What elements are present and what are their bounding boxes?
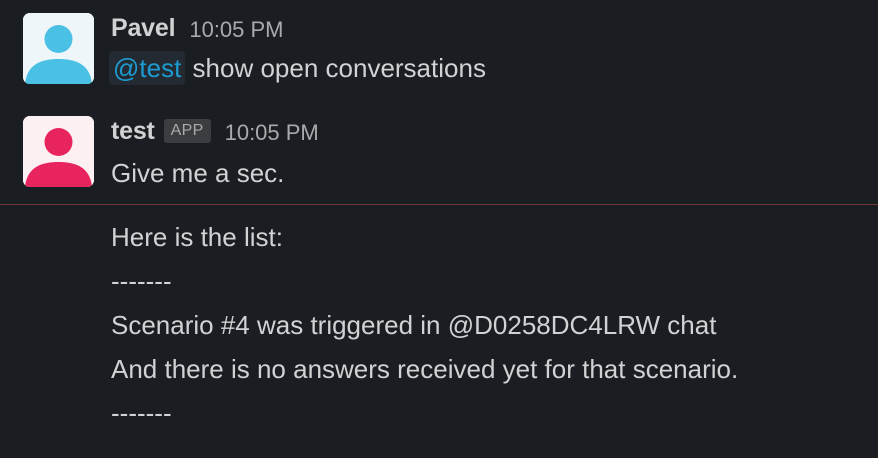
avatar[interactable] <box>23 13 94 84</box>
message-line: Here is the list: <box>111 222 283 252</box>
message-line: ------- <box>111 266 172 296</box>
message-line: Scenario #4 was triggered in @D0258DC4LR… <box>111 310 717 340</box>
message-text: @test show open conversations <box>109 49 486 87</box>
timestamp[interactable]: 10:05 PM <box>189 17 283 43</box>
user-avatar-icon <box>23 13 94 84</box>
user-mention[interactable]: @test <box>109 51 186 85</box>
author-name[interactable]: Pavel <box>111 14 176 43</box>
message-continuation: Here is the list: ------- Scenario #4 wa… <box>111 215 738 435</box>
message-header: test APP 10:05 PM <box>111 115 319 147</box>
message-text: Give me a sec. <box>111 158 285 188</box>
author-name[interactable]: test <box>111 117 155 146</box>
user-avatar-icon <box>23 116 94 187</box>
avatar[interactable] <box>23 116 94 187</box>
message-text-content: show open conversations <box>185 53 486 83</box>
new-messages-divider <box>0 204 878 205</box>
message-line: ------- <box>111 398 172 428</box>
message-line: And there is no answers received yet for… <box>111 354 739 384</box>
app-badge: APP <box>163 119 211 143</box>
timestamp[interactable]: 10:05 PM <box>225 120 319 146</box>
message-header: Pavel 10:05 PM <box>111 12 486 44</box>
